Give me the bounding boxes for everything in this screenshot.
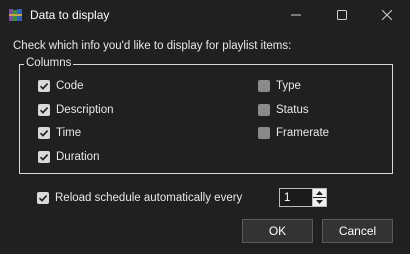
checkbox-box (38, 104, 50, 116)
instruction-text: Check which info you'd like to display f… (13, 40, 292, 52)
rar-books-icon (9, 9, 22, 21)
checkmark-icon (39, 107, 49, 114)
checkbox-description[interactable]: Description (38, 102, 114, 118)
stepper-down-button[interactable] (313, 198, 326, 206)
reload-interval-input[interactable] (280, 189, 312, 206)
arrow-down-icon (316, 200, 323, 204)
stepper-up-button[interactable] (313, 189, 326, 197)
close-icon (382, 10, 392, 20)
checkbox-status[interactable]: Status (258, 102, 309, 118)
checkbox-label: Reload schedule automatically every (55, 192, 243, 204)
checkbox-box (38, 151, 50, 163)
dialog-body: Check which info you'd like to display f… (0, 30, 410, 254)
checkbox-type[interactable]: Type (258, 78, 301, 94)
checkbox-box (258, 80, 270, 92)
checkbox-label: Description (56, 104, 114, 116)
checkbox-label: Time (56, 127, 82, 139)
checkbox-box (37, 192, 49, 204)
checkmark-icon (39, 130, 49, 137)
close-button[interactable] (364, 0, 410, 30)
checkbox-box (38, 127, 50, 139)
columns-group-label: Columns (24, 57, 74, 69)
checkbox-reload-schedule[interactable]: Reload schedule automatically every (37, 190, 242, 206)
maximize-icon (337, 10, 347, 20)
checkbox-box (258, 127, 270, 139)
minimize-button[interactable] (273, 0, 319, 30)
title-bar: Data to display (0, 0, 410, 30)
minimize-icon (291, 14, 301, 16)
checkbox-box (258, 104, 270, 116)
ok-button[interactable]: OK (242, 219, 313, 243)
checkbox-label: Duration (56, 151, 100, 163)
checkmark-icon (39, 83, 49, 90)
checkbox-label: Status (276, 104, 309, 116)
reload-interval-stepper[interactable] (279, 188, 327, 207)
checkmark-icon (38, 195, 48, 202)
checkbox-box (38, 80, 50, 92)
checkbox-label: Framerate (276, 127, 330, 139)
stepper-buttons (312, 189, 326, 206)
maximize-button[interactable] (319, 0, 365, 30)
checkbox-framerate[interactable]: Framerate (258, 125, 329, 141)
checkbox-time[interactable]: Time (38, 125, 81, 141)
arrow-up-icon (316, 191, 323, 195)
checkmark-icon (39, 154, 49, 161)
checkbox-label: Type (276, 80, 301, 92)
columns-group: Columns Code Description Time Duration T… (19, 57, 393, 174)
cancel-button[interactable]: Cancel (322, 219, 393, 243)
window-title: Data to display (30, 8, 110, 22)
checkbox-label: Code (56, 80, 84, 92)
checkbox-duration[interactable]: Duration (38, 149, 99, 165)
checkbox-code[interactable]: Code (38, 78, 84, 94)
